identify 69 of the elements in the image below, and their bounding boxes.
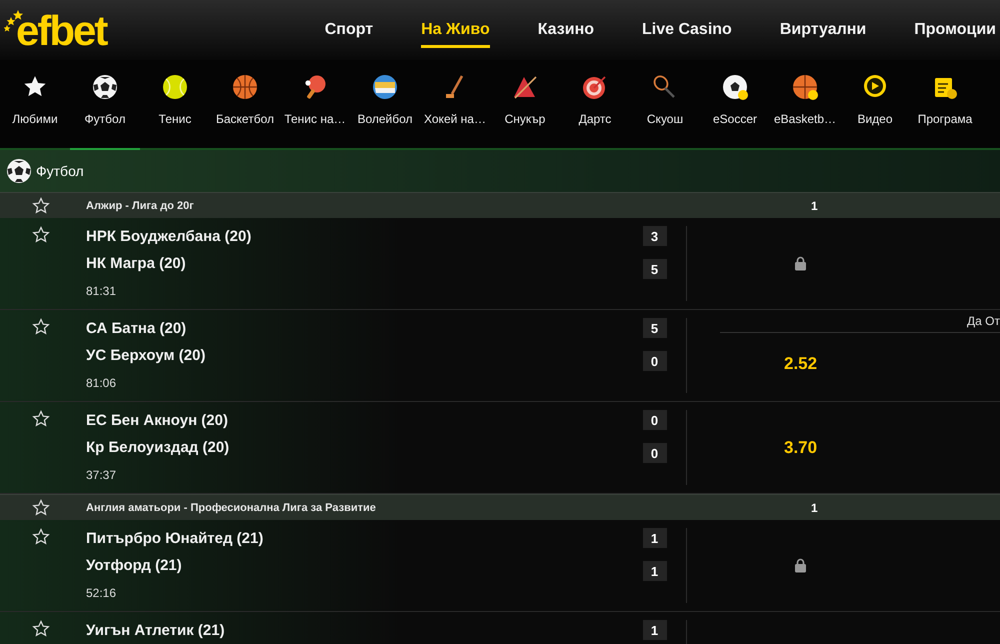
lock-icon [794, 256, 807, 271]
team-name: НК Магра (20) [86, 255, 187, 273]
sport-tab[interactable]: Волейбол [350, 74, 420, 150]
sport-tab[interactable]: Баскетбол [210, 74, 280, 150]
target-icon [582, 74, 608, 100]
score: 3 [642, 226, 666, 246]
team-name: УС Берхоум (20) [86, 347, 206, 365]
sport-tab[interactable]: Тенис на… [280, 74, 350, 150]
team-name: ЕС Бен Акноун (20) [86, 412, 229, 430]
score: 5 [642, 259, 666, 279]
league-name: Алжир - Лига до 20г [86, 200, 195, 212]
sport-tab[interactable]: Любими [0, 74, 70, 150]
volleyball-icon [372, 74, 398, 100]
score: 1 [642, 620, 666, 640]
sport-tab[interactable]: Снукър [490, 74, 560, 150]
column-header: 1 [811, 500, 818, 514]
favorite-star-icon[interactable] [32, 196, 50, 214]
nav-link[interactable]: Live Casino [642, 12, 732, 48]
sport-tab[interactable]: Дартс [560, 74, 630, 150]
market-label: Да От [967, 314, 1000, 328]
esoccer-icon [722, 74, 748, 100]
odds-value[interactable]: 2.52 [784, 350, 818, 378]
favorite-star-icon[interactable] [32, 226, 50, 244]
score: 1 [642, 561, 666, 581]
sport-tab[interactable]: Скуош [630, 74, 700, 150]
score: 0 [642, 351, 666, 371]
play-icon [862, 74, 888, 100]
nav-link[interactable]: На Живо [421, 12, 490, 48]
soccer-ball-icon [6, 158, 32, 184]
team-name: Питърбро Юнайтед (21) [86, 530, 264, 548]
nav-link[interactable]: Виртуални [780, 12, 866, 48]
score: 1 [642, 528, 666, 548]
sport-tab[interactable]: Тенис [140, 74, 210, 150]
sport-tab[interactable]: eSoccer [700, 74, 770, 150]
sport-tab[interactable]: eBasketb… [770, 74, 840, 150]
score: 0 [642, 410, 666, 430]
team-name: НРК Боуджелбана (20) [86, 228, 252, 246]
team-name: Уотфорд (21) [86, 557, 183, 575]
favorite-star-icon[interactable] [32, 498, 50, 516]
favorite-star-icon[interactable] [32, 528, 50, 546]
favorite-star-icon[interactable] [32, 410, 50, 428]
nav-link[interactable]: Промоции [914, 12, 996, 48]
match-time: 37:37 [86, 468, 118, 482]
favorite-star-icon[interactable] [32, 620, 50, 638]
favorite-star-icon[interactable] [32, 318, 50, 336]
soccer-ball-icon [92, 74, 118, 100]
triangle-rack-icon [512, 74, 538, 100]
team-name: СА Батна (20) [86, 320, 188, 338]
basketball-icon [232, 74, 258, 100]
tennis-ball-icon [162, 74, 188, 100]
score: 0 [642, 443, 666, 463]
sport-tab[interactable]: Видео [840, 74, 910, 150]
nav-link[interactable]: Спорт [324, 12, 374, 48]
team-name: Кр Белоуиздад (20) [86, 439, 230, 457]
sport-tab[interactable]: Програма [910, 74, 980, 150]
nav-link[interactable]: Казино [538, 12, 594, 48]
match-time: 52:16 [86, 586, 118, 600]
team-name: Уигън Атлетик (21) [86, 622, 226, 640]
sport-tab[interactable]: Хокей на… [420, 74, 490, 150]
lock-icon [794, 558, 807, 573]
ebasketball-icon [792, 74, 818, 100]
column-header: 1 [811, 198, 818, 212]
score: 5 [642, 318, 666, 338]
odds-value[interactable]: 3.70 [784, 434, 818, 462]
section-title: Футбол [36, 163, 84, 179]
league-name: Англия аматьори - Професионална Лига за Развитие [86, 502, 377, 514]
match-time: 81:31 [86, 284, 118, 298]
logo-text[interactable]: efbet [16, 10, 106, 52]
match-time: 81:06 [86, 376, 118, 390]
